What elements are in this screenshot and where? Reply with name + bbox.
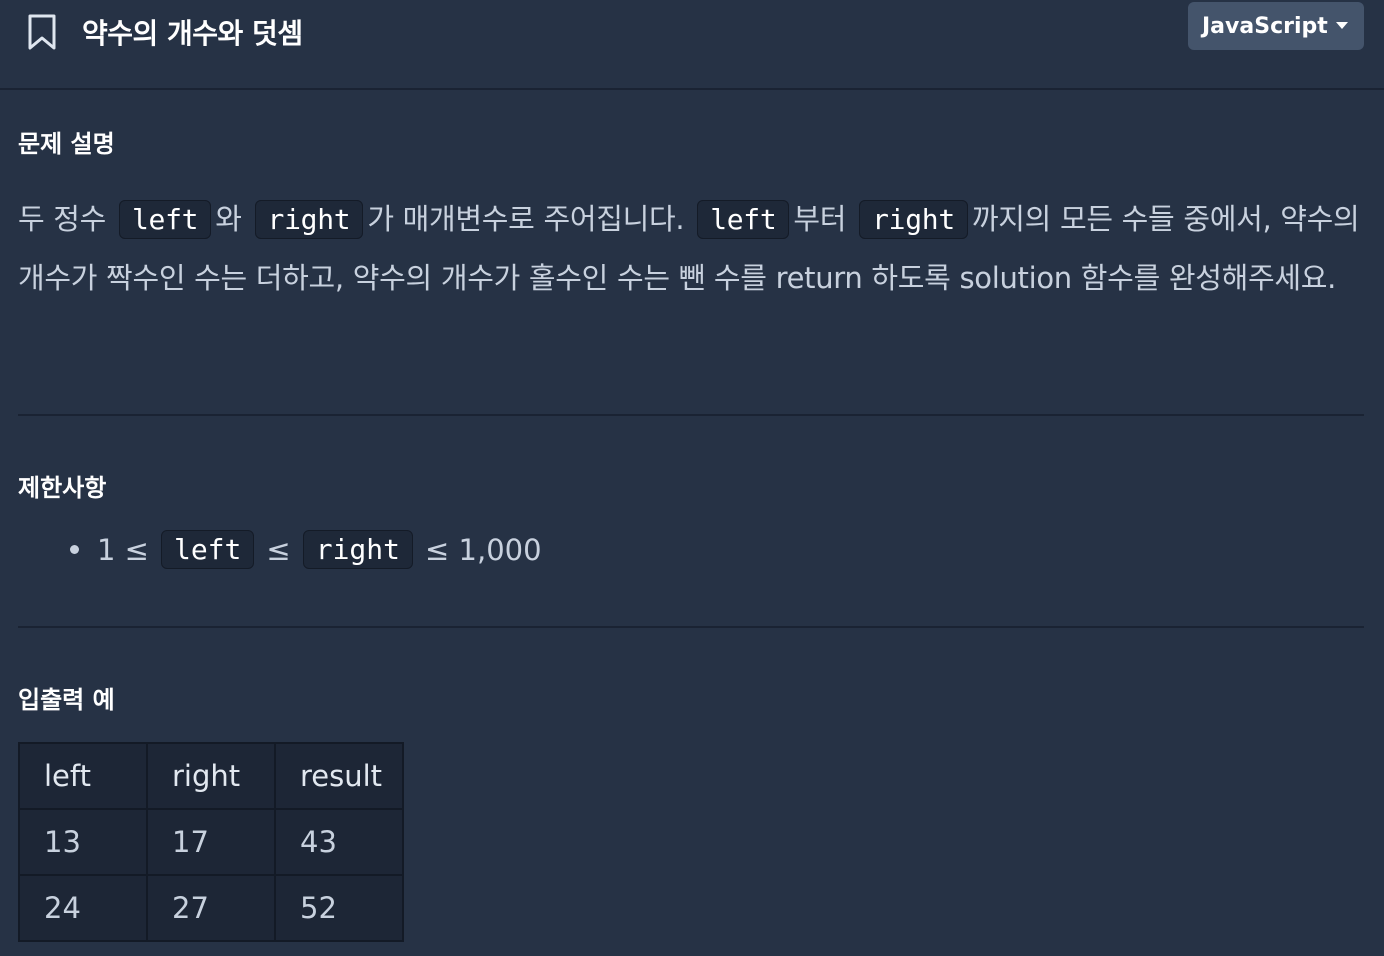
constraint-text: ≤ bbox=[266, 532, 291, 567]
code-right: right bbox=[254, 200, 364, 239]
problem-header: 약수의 개수와 덧셈 JavaScript bbox=[0, 0, 1384, 90]
io-example-heading: 입출력 예 bbox=[18, 686, 115, 714]
chevron-down-icon bbox=[1336, 22, 1348, 29]
io-example-table: left right result 13 17 43 24 27 52 bbox=[18, 742, 404, 942]
language-select-label: JavaScript bbox=[1202, 13, 1328, 39]
table-header-cell: result bbox=[274, 742, 404, 810]
code-left: left bbox=[160, 530, 255, 569]
code-right: right bbox=[859, 200, 968, 239]
section-divider bbox=[18, 414, 1364, 416]
table-header-cell: right bbox=[146, 742, 276, 810]
constraint-text: 1 ≤ bbox=[97, 532, 149, 567]
desc-text: 와 bbox=[215, 202, 242, 236]
constraint-item: 1 ≤ left ≤ right ≤ 1,000 bbox=[70, 530, 542, 569]
table-cell: 17 bbox=[146, 808, 276, 876]
table-cell: 24 bbox=[18, 874, 148, 942]
problem-description-heading: 문제 설명 bbox=[18, 130, 115, 158]
code-right: right bbox=[302, 530, 414, 569]
constraints-heading: 제한사항 bbox=[18, 474, 107, 502]
language-select[interactable]: JavaScript bbox=[1188, 2, 1364, 50]
table-header-cell: left bbox=[18, 742, 148, 810]
table-cell: 43 bbox=[274, 808, 404, 876]
table-cell: 52 bbox=[274, 874, 404, 942]
table-cell: 27 bbox=[146, 874, 276, 942]
bookmark-icon[interactable] bbox=[26, 14, 58, 50]
table-header-row: left right result bbox=[18, 742, 404, 810]
desc-text: 가 매개변수로 주어집니다. bbox=[367, 202, 685, 236]
table-cell: 13 bbox=[18, 808, 148, 876]
code-left: left bbox=[697, 200, 790, 239]
bullet-icon bbox=[70, 545, 79, 554]
desc-text: 두 정수 bbox=[18, 202, 107, 236]
section-divider bbox=[18, 626, 1364, 628]
table-row: 13 17 43 bbox=[18, 808, 404, 876]
desc-text: 부터 bbox=[793, 202, 847, 236]
code-left: left bbox=[118, 200, 212, 239]
constraint-text: ≤ 1,000 bbox=[425, 532, 542, 567]
table-row: 24 27 52 bbox=[18, 874, 404, 942]
problem-description: 두 정수 left 와 right 가 매개변수로 주어집니다. left 부터 ri… bbox=[18, 190, 1364, 307]
problem-title: 약수의 개수와 덧셈 bbox=[82, 17, 303, 50]
